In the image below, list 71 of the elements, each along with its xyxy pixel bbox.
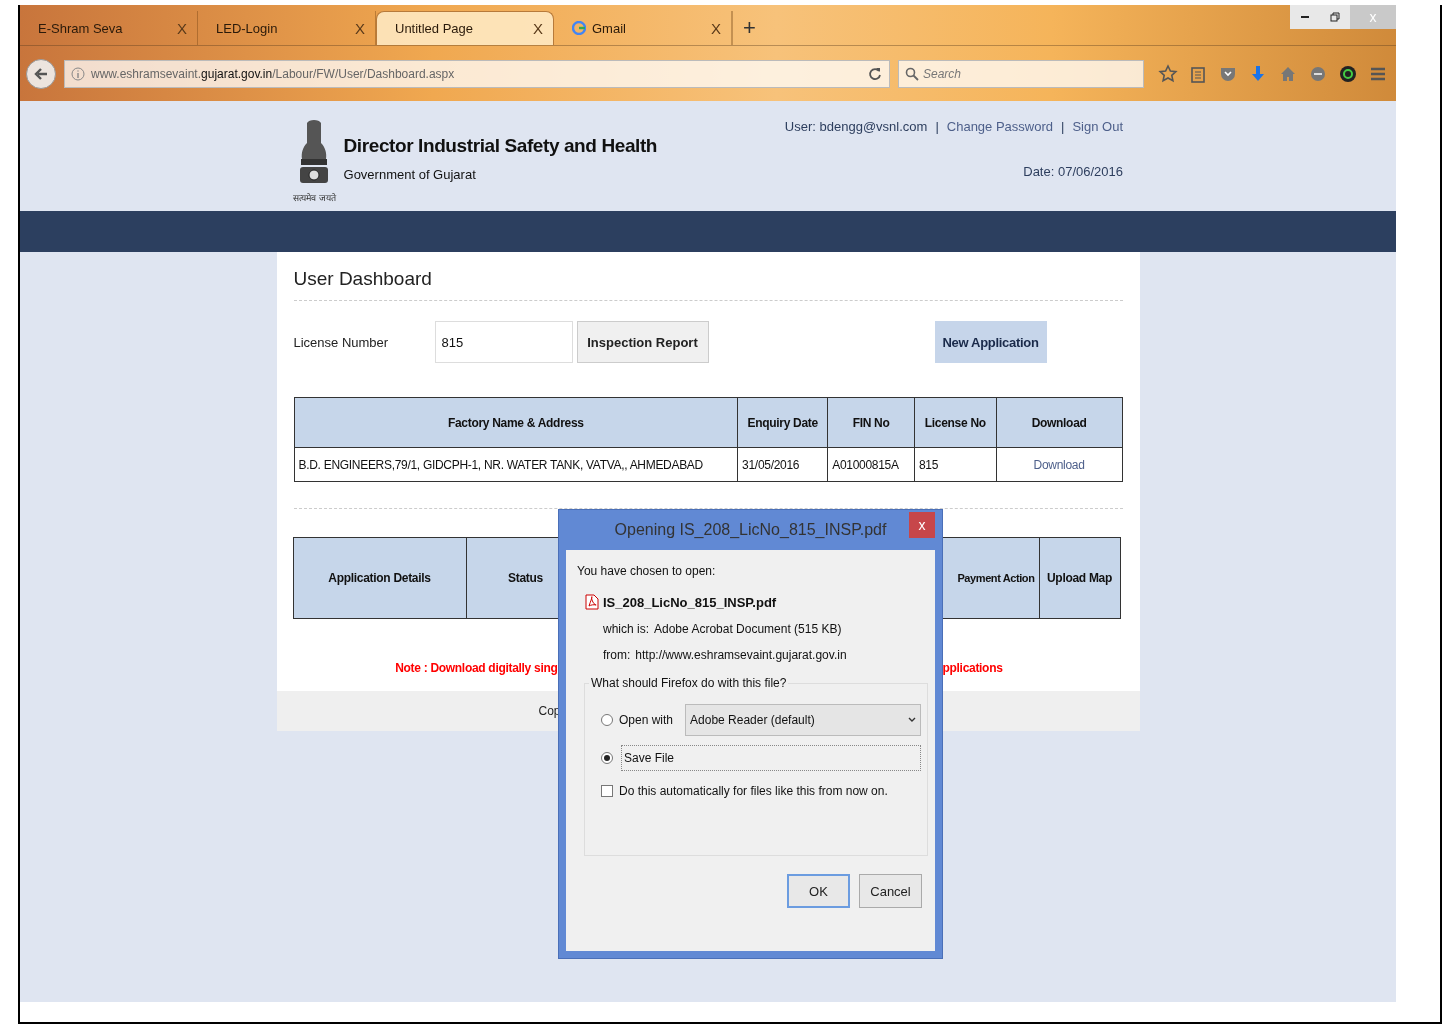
user-email: User: bdengg@vsnl.com — [784, 119, 928, 134]
new-tab-button[interactable]: + — [732, 11, 766, 45]
group-label: What should Firefox do with this file? — [590, 676, 788, 690]
new-application-button[interactable]: New Application — [934, 321, 1047, 363]
page-title: User Dashboard — [293, 268, 1123, 301]
current-date: Date: 07/06/2016 — [1023, 164, 1123, 179]
tab-close-button[interactable]: X — [533, 20, 543, 37]
table-cell: 31/05/2016 — [737, 447, 828, 482]
search-icon — [905, 66, 919, 81]
site-title: Director Industrial Safety and Health — [343, 135, 658, 157]
table-cell: B.D. ENGINEERS,79/1, GIDCPH-1, NR. WATER TANK, VATVA,, AHMEDABAD — [294, 447, 738, 482]
field-label: which is: — [603, 622, 649, 636]
column-header: Download — [996, 397, 1122, 448]
note-text: pplications — [942, 661, 1003, 677]
reload-icon[interactable] — [867, 65, 883, 82]
tab-title: LED-Login — [216, 20, 279, 36]
note-text: Note : Download digitally sing — [394, 661, 558, 677]
field-label: from: — [603, 648, 631, 662]
tab-title: Untitled Page — [395, 21, 475, 36]
column-header: License No — [914, 397, 997, 448]
browser-tab[interactable]: E-Shram Seva X — [20, 11, 198, 45]
column-header: Upload Map — [1038, 537, 1121, 619]
info-icon[interactable] — [71, 66, 85, 81]
column-header: Enquiry Date — [737, 397, 828, 448]
header-link[interactable]: Sign Out — [1072, 119, 1123, 134]
separator-text: | — [935, 119, 939, 134]
chevron-down-icon — [908, 717, 917, 723]
browser-tab[interactable]: Gmail X — [554, 11, 732, 45]
column-header: Application Details — [292, 537, 467, 619]
tab-title: E-Shram Seva — [38, 20, 124, 36]
column-header: FIN No — [827, 397, 915, 448]
option-label[interactable]: Open with — [619, 713, 674, 727]
inspection-report-button[interactable]: Inspection Report — [576, 321, 709, 363]
radio-button[interactable] — [601, 714, 613, 726]
file-type: Adobe Acrobat Document (515 KB) — [654, 622, 842, 636]
restore-icon — [1330, 12, 1340, 22]
field-label: License Number — [293, 334, 390, 350]
file-source: http://www.eshramsevaint.gujarat.gov.in — [635, 648, 847, 662]
minimize-icon — [1301, 16, 1309, 18]
browser-tab[interactable]: Untitled Page X — [376, 11, 554, 45]
table-cell: 815 — [914, 447, 997, 482]
option-label[interactable]: Save File — [621, 745, 922, 771]
minimize-button[interactable] — [1290, 5, 1320, 29]
separator-text: | — [1061, 119, 1065, 134]
search-field[interactable]: Search — [898, 59, 1144, 88]
download-link[interactable]: Download — [1033, 457, 1085, 472]
table-cell: A01000815A — [827, 447, 915, 482]
tab-close-button[interactable]: X — [711, 19, 721, 37]
back-button[interactable] — [26, 58, 56, 89]
license-number-field[interactable]: 815 — [434, 321, 573, 363]
application-dropdown[interactable]: Adobe Reader (default) — [685, 704, 922, 736]
tab-close-button[interactable]: X — [177, 19, 187, 37]
dialog-title: Opening IS_208_LicNo_815_INSP.pdf — [614, 521, 887, 539]
close-button[interactable]: x — [909, 512, 935, 538]
bookmark-star-icon[interactable] — [1158, 63, 1178, 84]
ok-button[interactable]: OK — [787, 874, 850, 908]
tab-title: Gmail — [592, 20, 627, 36]
header-link[interactable]: Change Password — [946, 119, 1053, 134]
file-name: IS_208_LicNo_815_INSP.pdf — [603, 594, 777, 610]
emblem-caption: सत्यमेव जयते — [293, 192, 336, 204]
color-wheel-icon[interactable] — [1338, 63, 1358, 84]
site-subtitle: Government of Gujarat — [343, 167, 477, 182]
tab-close-button[interactable]: X — [355, 19, 365, 37]
checkbox-label[interactable]: Do this automatically for files like this from now on. — [619, 784, 888, 798]
back-arrow-icon — [33, 65, 49, 82]
radio-button[interactable] — [601, 752, 613, 764]
pdf-file-icon — [585, 594, 599, 610]
address-bar[interactable]: www.eshramsevaint.gujarat.gov.in/Labour/FW/User/Dashboard.aspx — [64, 59, 890, 88]
checkbox[interactable] — [601, 785, 613, 797]
column-header: Factory Name & Address — [294, 397, 738, 448]
cancel-button[interactable]: Cancel — [859, 874, 922, 908]
